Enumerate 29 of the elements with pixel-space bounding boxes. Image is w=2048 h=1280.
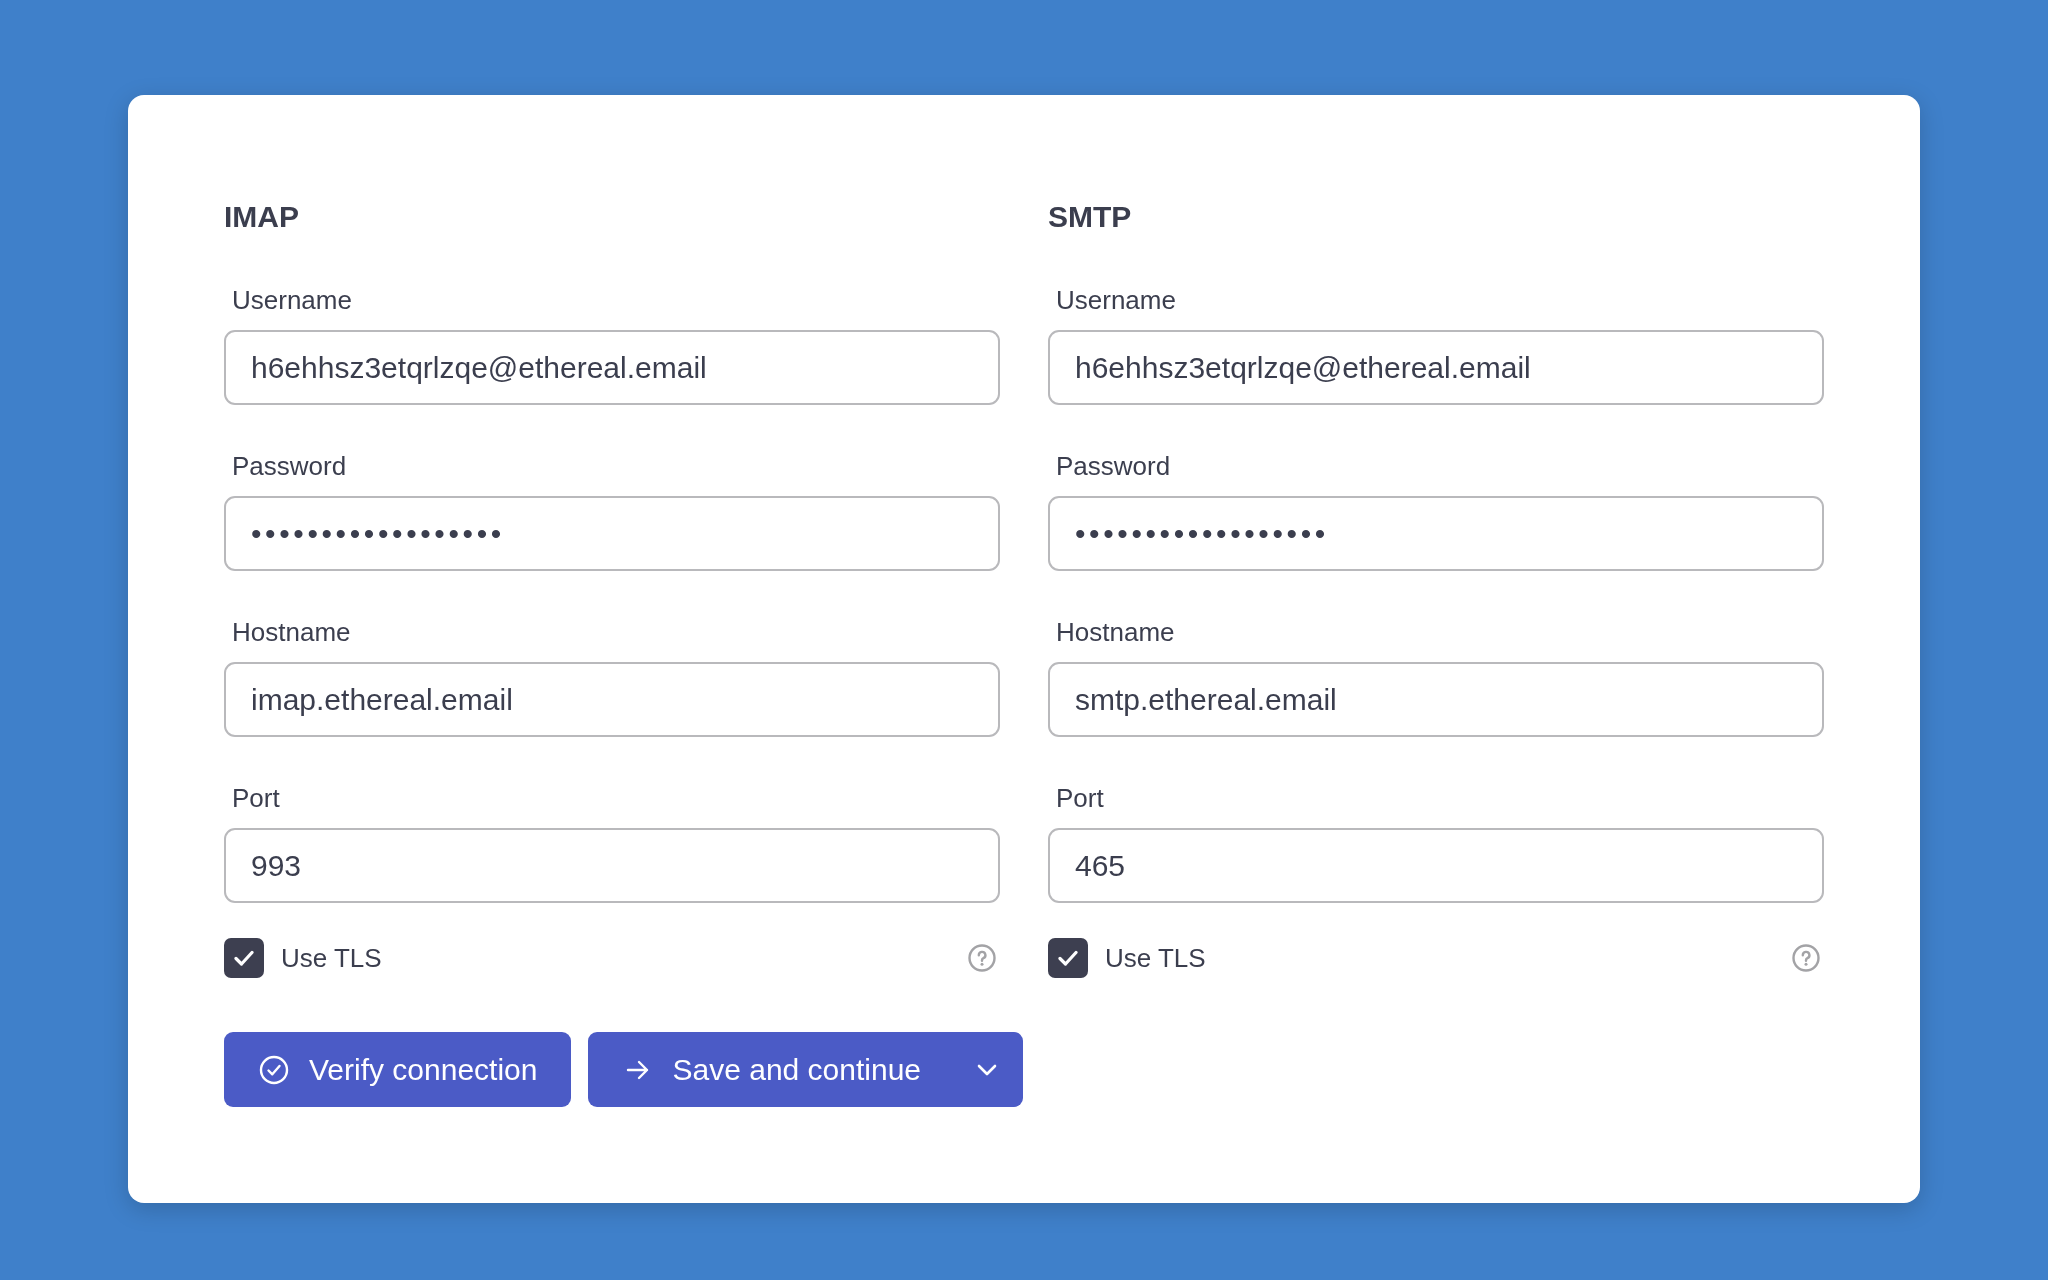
field-label: Password: [231, 450, 348, 483]
input-field[interactable]: h6ehhsz3etqrlzqe@ethereal.email: [1048, 330, 1824, 405]
field-label: Hostname: [1055, 616, 1176, 649]
field-label: Username: [1055, 284, 1177, 317]
check-icon: [1058, 950, 1078, 966]
input-field[interactable]: h6ehhsz3etqrlzqe@ethereal.email: [224, 330, 1000, 405]
check-icon: [234, 950, 254, 966]
field-label: Port: [231, 782, 281, 815]
section-heading: SMTP: [1048, 199, 1133, 235]
checkbox-label: Use TLS: [281, 942, 382, 975]
chevron-down-icon[interactable]: [977, 1063, 997, 1076]
verify-button[interactable]: Verify connection: [224, 1032, 572, 1107]
check-circle-icon: [259, 1054, 289, 1085]
save-button[interactable]: Save and continue: [588, 1032, 1023, 1107]
arrow-right-icon: [626, 1058, 651, 1081]
input-field[interactable]: ••••••••••••••••••: [1048, 496, 1824, 571]
input-field[interactable]: smtp.ethereal.email: [1048, 662, 1824, 737]
checkbox[interactable]: [1048, 938, 1088, 978]
input-field[interactable]: 465: [1048, 828, 1824, 903]
input-field[interactable]: imap.ethereal.email: [224, 662, 1000, 737]
checkbox[interactable]: [224, 938, 264, 978]
input-field[interactable]: ••••••••••••••••••: [224, 496, 1000, 571]
field-label: Port: [1055, 782, 1105, 815]
section-heading: IMAP: [224, 199, 300, 235]
field-label: Password: [1055, 450, 1172, 483]
checkbox-label: Use TLS: [1105, 942, 1206, 975]
field-label: Username: [231, 284, 353, 317]
field-label: Hostname: [231, 616, 352, 649]
input-field[interactable]: 993: [224, 828, 1000, 903]
